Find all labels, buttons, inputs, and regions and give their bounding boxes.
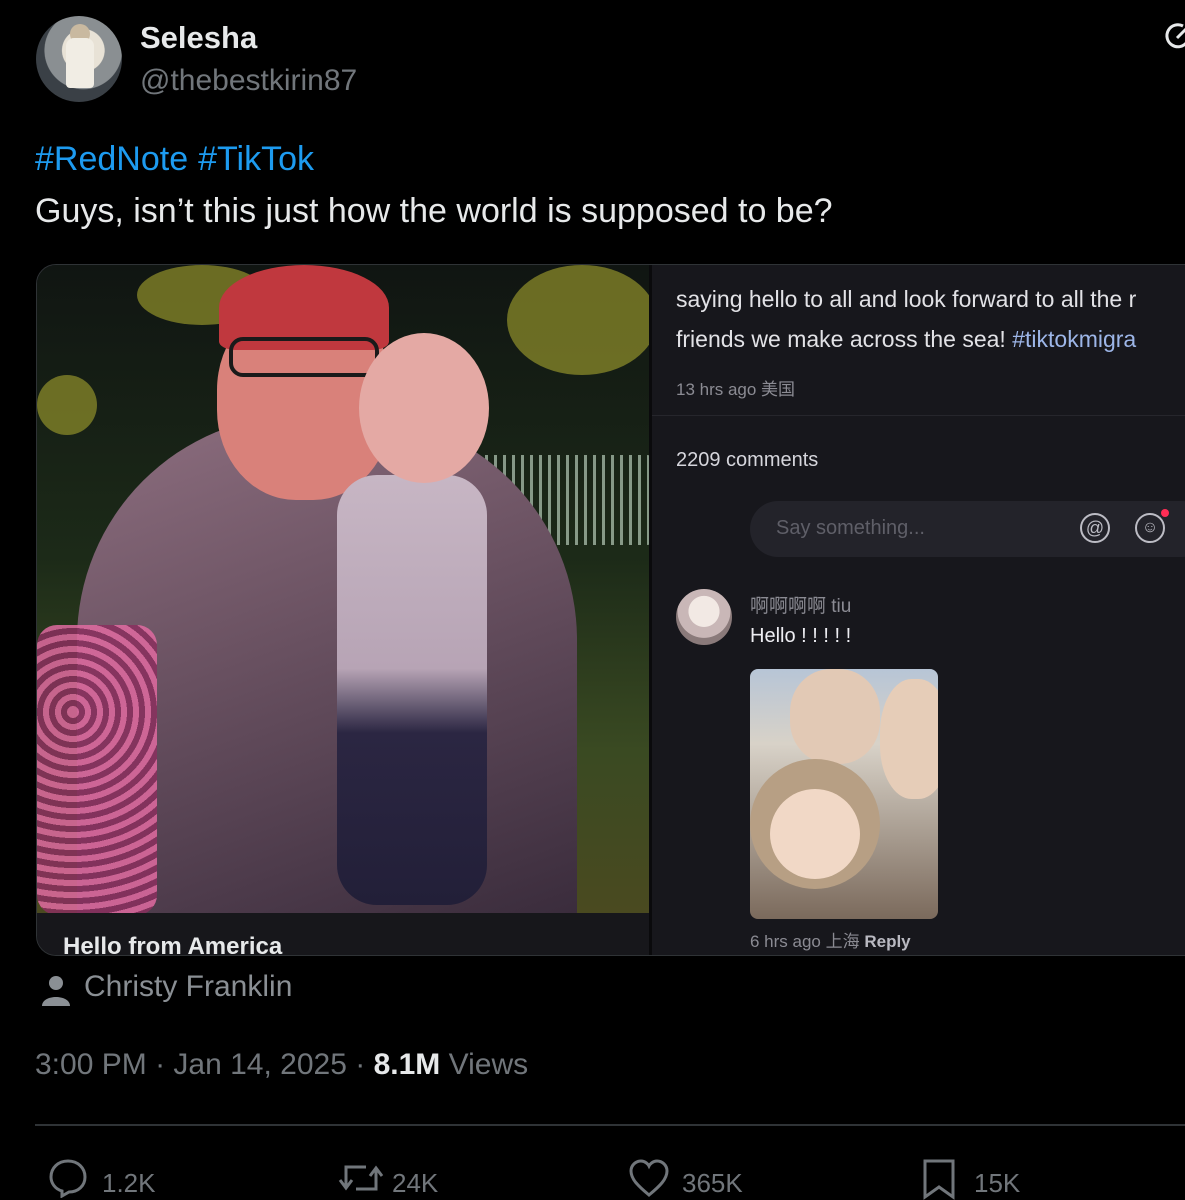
user-avatar[interactable] (36, 16, 122, 102)
reply-count: 1.2K (102, 1168, 156, 1198)
hashtag-link[interactable]: #RedNote (35, 140, 188, 178)
glasses (229, 337, 379, 377)
separator: · (155, 1048, 166, 1081)
heart-icon (629, 1159, 669, 1197)
commenter-username[interactable]: 啊啊啊啊 tiu (750, 591, 851, 618)
avatar-figure (66, 38, 94, 88)
comment-time: 6 hrs ago 上海 (750, 932, 860, 951)
description-line: saying hello to all and look forward to … (676, 286, 1137, 312)
child-face (770, 789, 860, 879)
hashtag-row: #RedNote #TikTok (35, 140, 324, 179)
family-photo[interactable] (37, 265, 649, 913)
note-meta: 13 hrs ago 美国 (676, 380, 796, 399)
bookmark-count: 15K (974, 1168, 1021, 1198)
photo-panel: Hello from America (37, 265, 649, 955)
divider (652, 415, 1185, 416)
repost-count: 24K (392, 1168, 439, 1198)
divider (35, 1124, 1185, 1126)
display-name[interactable]: Selesha (140, 20, 257, 56)
like-count: 365K (682, 1168, 743, 1198)
description-hashtag[interactable]: #tiktokmigra (1012, 326, 1136, 352)
comment-photo[interactable] (750, 669, 938, 919)
post-date[interactable]: Jan 14, 2025 (173, 1048, 346, 1081)
post-time[interactable]: 3:00 PM (35, 1048, 147, 1081)
views-label: Views (448, 1048, 529, 1081)
author-name[interactable]: Christy Franklin (84, 970, 292, 1004)
repost-icon (338, 1165, 384, 1191)
note-description: saying hello to all and look forward to … (676, 279, 1185, 359)
baby-head (359, 333, 489, 483)
views-count: 8.1M (373, 1048, 441, 1081)
post-media[interactable]: Hello from America saying hello to all a… (36, 264, 1185, 956)
timestamp-row: 3:00 PM · Jan 14, 2025 · 8.1M Views (35, 1048, 528, 1082)
notification-dot (1161, 509, 1169, 517)
comment-input[interactable]: Say something... @ ☺ (750, 501, 1185, 557)
pink-bag (37, 625, 157, 913)
user-handle[interactable]: @thebestkirin87 (140, 64, 357, 98)
hashtag-link[interactable]: #TikTok (198, 140, 314, 178)
person-icon (42, 976, 70, 1006)
comment-count: 2209 comments (676, 449, 819, 471)
baby-body (337, 475, 487, 905)
description-text: friends we make across the sea! (676, 326, 1006, 352)
speech-bubble-icon (49, 1159, 87, 1198)
description-line: friends we make across the sea! #tiktokm… (676, 319, 1185, 359)
post-text: Guys, isn’t this just how the world is s… (35, 192, 833, 230)
mention-icon[interactable]: @ (1080, 513, 1110, 543)
foliage (507, 265, 649, 375)
comment-meta: 6 hrs ago 上海 Reply (750, 927, 911, 952)
emoji-icon[interactable]: ☺ (1135, 513, 1165, 543)
comment-input-placeholder: Say something... (776, 517, 925, 539)
photo-caption: Hello from America (63, 933, 283, 956)
photo-person (880, 679, 938, 799)
comments-panel: saying hello to all and look forward to … (652, 265, 1185, 955)
comment-text: Hello ! ! ! ! ! (750, 625, 852, 647)
bookmark-icon (923, 1159, 955, 1200)
commenter-avatar[interactable] (676, 589, 732, 645)
separator: · (355, 1048, 366, 1081)
photo-person (790, 669, 880, 764)
foliage (37, 375, 97, 435)
grok-icon[interactable] (1163, 22, 1185, 52)
reply-button[interactable]: Reply (864, 932, 910, 951)
